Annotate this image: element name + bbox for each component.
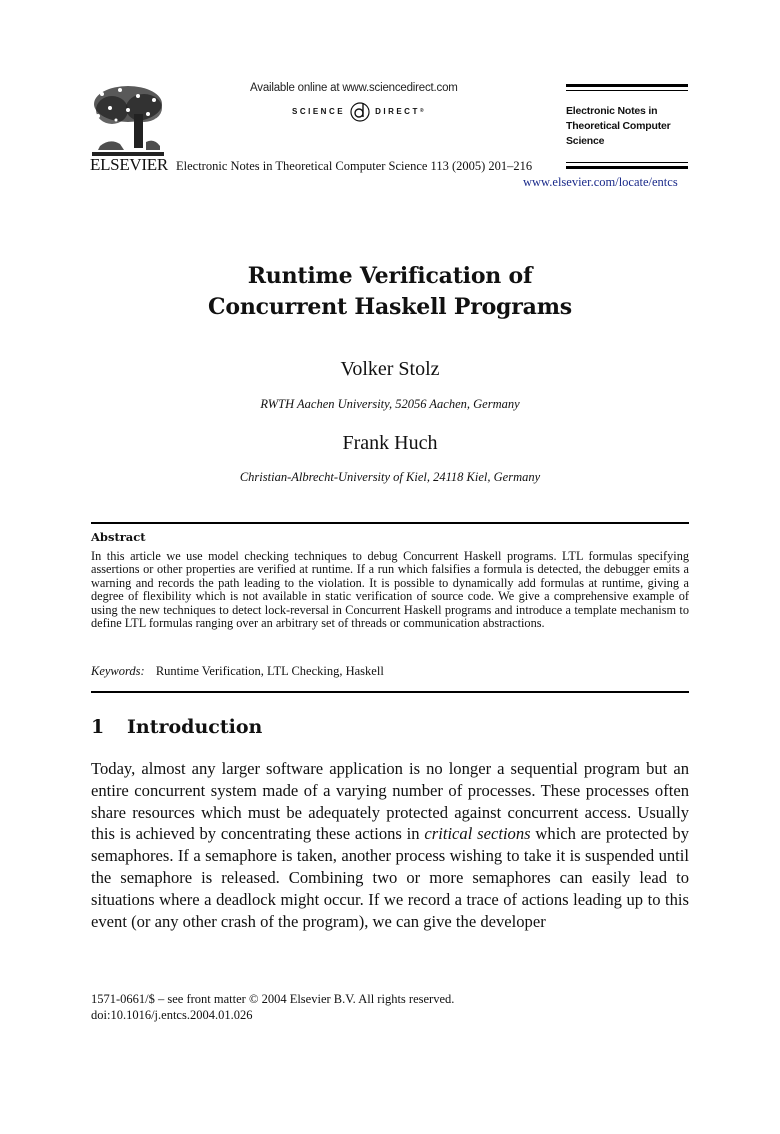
sciencedirect-right: DIRECT bbox=[375, 106, 420, 116]
section-title: Introduction bbox=[127, 716, 263, 738]
journal-name-line: Electronic Notes in bbox=[566, 105, 658, 117]
author-name: Volker Stolz bbox=[340, 358, 440, 380]
header-rule-top bbox=[566, 84, 688, 91]
keywords: Keywords: Runtime Verification, LTL Chec… bbox=[91, 664, 384, 679]
sciencedirect-left: SCIENCE bbox=[292, 106, 346, 116]
journal-name: Electronic Notes in Theoretical Computer… bbox=[566, 104, 671, 149]
abstract-rule-top bbox=[91, 522, 689, 524]
section-heading: 1 Introduction bbox=[91, 716, 262, 738]
journal-url-link[interactable]: www.elsevier.com/locate/entcs bbox=[523, 175, 678, 190]
footer: 1571-0661/$ – see front matter © 2004 El… bbox=[91, 991, 454, 1023]
sciencedirect-logo: SCIENCE DIRECT ® bbox=[292, 100, 424, 122]
registered-mark: ® bbox=[419, 108, 424, 114]
title-line: Concurrent Haskell Programs bbox=[208, 294, 572, 320]
section-body: Today, almost any larger software applic… bbox=[91, 758, 689, 932]
abstract-heading: Abstract bbox=[91, 530, 146, 544]
journal-citation: Electronic Notes in Theoretical Computer… bbox=[176, 159, 533, 173]
body-emphasis: critical sections bbox=[424, 824, 531, 844]
elsevier-tree-icon bbox=[90, 80, 166, 156]
title-line: Runtime Verification of bbox=[247, 263, 533, 289]
section-number: 1 bbox=[91, 716, 105, 738]
sciencedirect-d-icon bbox=[349, 100, 371, 122]
doi-line: doi:10.1016/j.entcs.2004.01.026 bbox=[91, 1008, 253, 1022]
header-rule-bottom bbox=[566, 162, 688, 169]
journal-name-line: Science bbox=[566, 135, 605, 147]
author-affiliation: RWTH Aachen University, 52056 Aachen, Ge… bbox=[260, 397, 520, 411]
available-online-text: Available online at www.sciencedirect.co… bbox=[250, 82, 458, 94]
journal-name-line: Theoretical Computer bbox=[566, 120, 671, 132]
abstract-rule-bottom bbox=[91, 691, 689, 693]
author-name: Frank Huch bbox=[342, 432, 438, 454]
abstract-text: In this article we use model checking te… bbox=[91, 549, 689, 631]
keywords-label: Keywords: bbox=[91, 664, 145, 678]
paper-title: Runtime Verification of Concurrent Haske… bbox=[0, 261, 780, 323]
copyright-line: 1571-0661/$ – see front matter © 2004 El… bbox=[91, 992, 455, 1006]
author-affiliation: Christian-Albrecht-University of Kiel, 2… bbox=[239, 470, 541, 484]
elsevier-wordmark: ELSEVIER bbox=[90, 155, 168, 174]
keywords-value: Runtime Verification, LTL Checking, Hask… bbox=[155, 664, 384, 678]
